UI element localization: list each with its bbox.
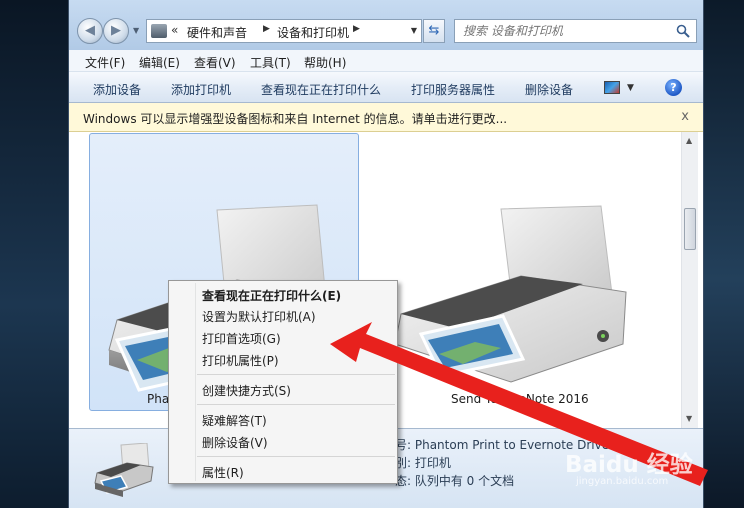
context-menu-separator [197,456,395,457]
search-icon[interactable] [676,24,690,38]
menu-file[interactable]: 文件(F) [85,54,125,71]
navigation-bar: ◀ ▶ ▼ « 硬件和声音 ▶ 设备和打印机 ▶ ▼ ⇆ [69,0,703,50]
menu-item-printing-preferences[interactable]: 打印首选项(G) [202,330,281,347]
forward-button[interactable]: ▶ [103,18,129,44]
print-server-properties-button[interactable]: 打印服务器属性 [411,81,495,98]
breadcrumb-chevron-icon[interactable]: ▶ [353,24,360,34]
breadcrumb-hardware-and-sound[interactable]: 硬件和声音 [187,24,247,41]
view-options-dropdown-icon[interactable]: ▼ [627,83,634,93]
refresh-button[interactable]: ⇆ [423,19,445,43]
menu-item-see-whats-printing[interactable]: 查看现在正在打印什么(E) [202,287,341,304]
watermark-brand: Baidu 经验 [565,452,693,478]
context-menu: 查看现在正在打印什么(E) 设置为默认打印机(A) 打印首选项(G) 打印机属性… [168,280,398,484]
scroll-down-arrow-icon[interactable]: ▼ [686,414,692,423]
information-bar[interactable]: Windows 可以显示增强型设备图标和来自 Internet 的信息。请单击进… [69,103,703,132]
menu-tools[interactable]: 工具(T) [250,54,291,71]
address-dropdown-icon[interactable]: ▼ [411,26,417,35]
context-menu-gutter [195,283,196,481]
help-icon[interactable]: ? [665,79,682,96]
menu-bar: 文件(F) 编辑(E) 查看(V) 工具(T) 帮助(H) [69,50,703,72]
breadcrumb-chevron-icon[interactable]: ▶ [263,24,270,34]
search-box[interactable] [454,19,697,43]
change-view-icon[interactable] [604,81,620,94]
menu-help[interactable]: 帮助(H) [304,54,346,71]
desktop-background-right [704,0,744,508]
menu-item-properties[interactable]: 属性(R) [202,464,244,481]
watermark-url: jingyan.baidu.com [576,476,669,487]
scroll-up-arrow-icon[interactable]: ▲ [686,136,692,145]
recent-pages-dropdown-icon[interactable]: ▼ [133,26,139,35]
context-menu-separator [197,374,395,375]
address-bar[interactable]: « 硬件和声音 ▶ 设备和打印机 ▶ ▼ [146,19,422,43]
remove-device-button[interactable]: 删除设备 [525,81,573,98]
close-icon[interactable]: x [681,109,689,124]
infobar-message[interactable]: Windows 可以显示增强型设备图标和来自 Internet 的信息。请单击进… [83,110,507,127]
menu-item-remove-device[interactable]: 删除设备(V) [202,434,268,451]
device-label-phantom-printer[interactable]: Pha [147,392,169,406]
context-menu-separator [197,404,395,405]
details-status: 态: 队列中有 0 个文档 [395,474,515,488]
menu-item-set-default-printer[interactable]: 设置为默认打印机(A) [202,308,316,325]
menu-view[interactable]: 查看(V) [194,54,236,71]
printer-icon[interactable] [391,204,651,384]
menu-edit[interactable]: 编辑(E) [139,54,180,71]
back-button[interactable]: ◀ [77,18,103,44]
menu-item-troubleshoot[interactable]: 疑难解答(T) [202,412,267,429]
control-panel-icon [151,24,167,38]
see-whats-printing-button[interactable]: 查看现在正在打印什么 [261,81,381,98]
details-category: 別: 打印机 [395,456,451,470]
search-input[interactable] [455,20,670,42]
breadcrumb-devices-and-printers[interactable]: 设备和打印机 [277,24,349,41]
menu-item-printer-properties[interactable]: 打印机属性(P) [202,352,279,369]
address-overflow[interactable]: « [171,23,178,37]
vertical-scrollbar[interactable]: ▲ ▼ [681,132,698,428]
add-printer-button[interactable]: 添加打印机 [171,81,231,98]
desktop-background-left [0,0,68,508]
device-label-send-to-onenote[interactable]: Send To OneNote 2016 [451,392,589,406]
command-bar: 添加设备 添加打印机 查看现在正在打印什么 打印服务器属性 删除设备 ▼ ? [69,72,703,103]
menu-item-create-shortcut[interactable]: 创建快捷方式(S) [202,382,291,399]
scroll-thumb[interactable] [684,208,696,250]
printer-thumbnail-icon [94,443,154,497]
add-device-button[interactable]: 添加设备 [93,81,141,98]
